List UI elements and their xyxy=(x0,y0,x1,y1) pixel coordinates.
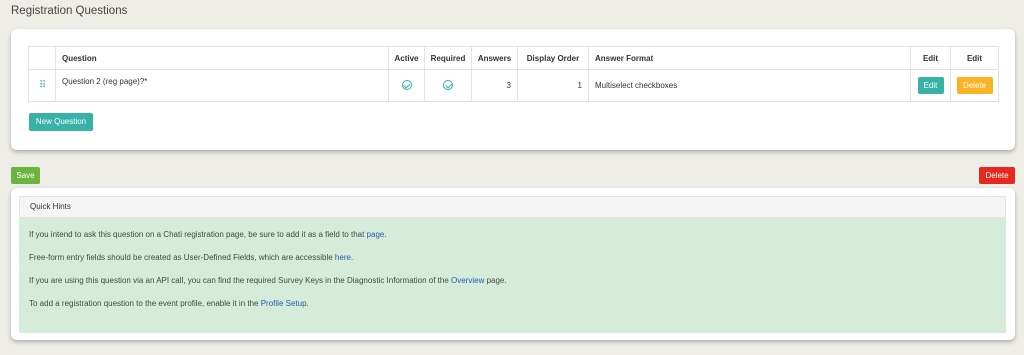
column-header-active: Active xyxy=(388,46,425,70)
column-header-delete: Edit xyxy=(950,46,999,70)
hint-text: To add a registration question to the ev… xyxy=(29,299,261,308)
hint-line: To add a registration question to the ev… xyxy=(29,292,996,315)
column-header-display-order: Display Order xyxy=(517,46,589,70)
required-check-icon xyxy=(443,79,453,90)
hint-text: . xyxy=(384,230,387,239)
delete-question-button[interactable]: Delete xyxy=(956,77,993,94)
column-header-question: Question xyxy=(55,46,389,70)
hint-link-here[interactable]: here xyxy=(335,253,351,262)
drag-cell[interactable]: ⠿ xyxy=(28,69,56,102)
quick-hints-title: Quick Hints xyxy=(19,196,1006,218)
active-check-icon xyxy=(401,79,412,90)
hint-text: . xyxy=(350,253,354,262)
table-row: ⠿ Question 2 (reg page)?* 3 1 Multiselec… xyxy=(28,69,999,102)
page-title: Registration Questions xyxy=(11,5,128,17)
hint-text: page. xyxy=(484,276,507,285)
answer-format-cell: Multiselect checkboxes xyxy=(588,69,911,102)
questions-table: Question Active Required Answers Display… xyxy=(28,46,999,102)
hint-link-overview[interactable]: Overview xyxy=(451,276,484,285)
column-header-answers: Answers xyxy=(471,46,518,70)
column-header-answer-format: Answer Format xyxy=(588,46,911,70)
save-button[interactable]: Save xyxy=(11,167,40,184)
column-header-edit: Edit xyxy=(910,46,951,70)
hint-link-profile-setup[interactable]: Profile Setup xyxy=(261,299,307,308)
drag-handle-icon[interactable]: ⠿ xyxy=(39,80,46,91)
hint-text: If you intend to ask this question on a … xyxy=(29,230,367,239)
hint-line: If you are using this question via an AP… xyxy=(29,269,996,292)
new-question-button[interactable]: New Question xyxy=(29,113,93,131)
delete-cell: Delete xyxy=(950,69,999,102)
hint-text: If you are using this question via an AP… xyxy=(29,276,452,285)
edit-question-button[interactable]: Edit xyxy=(917,77,944,94)
display-order-cell: 1 xyxy=(517,69,589,102)
delete-button[interactable]: Delete xyxy=(979,167,1015,184)
column-header-required: Required xyxy=(424,46,472,70)
hint-link-page[interactable]: page xyxy=(367,230,385,239)
required-cell xyxy=(424,69,472,102)
hint-text: Free-form entry fields should be created… xyxy=(29,253,335,262)
hint-text: . xyxy=(306,299,309,308)
answers-cell: 3 xyxy=(471,69,518,102)
table-header-row: Question Active Required Answers Display… xyxy=(28,46,999,70)
questions-card: Question Active Required Answers Display… xyxy=(11,29,1015,150)
hint-line: If you intend to ask this question on a … xyxy=(29,223,996,246)
edit-cell: Edit xyxy=(910,69,951,102)
hint-line: Free-form entry fields should be created… xyxy=(29,246,996,269)
active-cell xyxy=(388,69,425,102)
question-cell: Question 2 (reg page)?* xyxy=(55,69,389,102)
drag-column-header xyxy=(28,46,56,70)
quick-hints-body: If you intend to ask this question on a … xyxy=(19,218,1006,333)
quick-hints-card: Quick Hints If you intend to ask this qu… xyxy=(11,188,1015,340)
